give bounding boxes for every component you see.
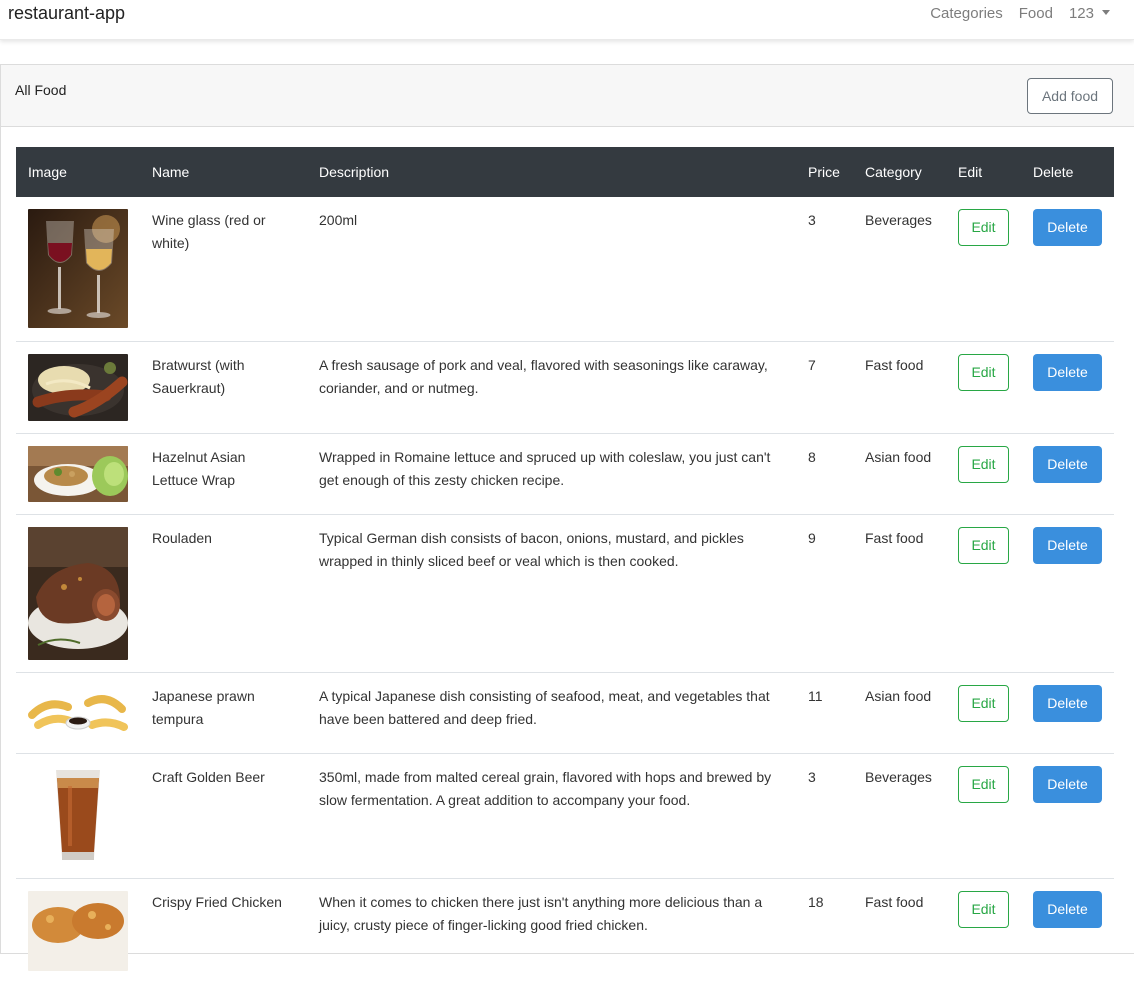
food-category: Beverages <box>853 752 946 878</box>
header-image: Image <box>28 164 67 180</box>
edit-button[interactable]: Edit <box>958 353 1009 391</box>
food-description: A typical Japanese dish consisting of se… <box>307 671 796 753</box>
table-row: Wine glass (red or white) 200ml 3 Bevera… <box>16 197 1114 341</box>
add-food-button[interactable]: Add food <box>1027 78 1113 114</box>
table-row: Hazelnut Asian Lettuce Wrap Wrapped in R… <box>16 432 1114 514</box>
nav-links: Categories Food 123 <box>914 5 1110 22</box>
table-row: Japanese prawn tempura A typical Japanes… <box>16 671 1114 753</box>
table-row: Rouladen Typical German dish consists of… <box>16 513 1114 672</box>
edit-button[interactable]: Edit <box>958 890 1009 928</box>
food-category: Asian food <box>853 671 946 753</box>
nav-food-link[interactable]: Food <box>1019 5 1053 22</box>
food-price: 8 <box>796 432 853 514</box>
food-price: 7 <box>796 340 853 433</box>
card-title: All Food <box>15 82 67 98</box>
food-description: Wrapped in Romaine lettuce and spruced u… <box>307 432 796 514</box>
edit-button[interactable]: Edit <box>958 526 1009 564</box>
food-description: 200ml <box>319 212 358 228</box>
food-name: Wine glass (red or white) <box>152 212 266 251</box>
food-description: 350ml, made from malted cereal grain, fl… <box>307 752 796 878</box>
food-category: Asian food <box>853 432 946 514</box>
table-row: Bratwurst (with Sauerkraut) A fresh saus… <box>16 340 1114 433</box>
food-name: Craft Golden Beer <box>140 752 307 878</box>
beer-glass-photo <box>28 765 128 866</box>
delete-button[interactable]: Delete <box>1033 684 1102 722</box>
lettuce-wrap-photo <box>28 445 128 502</box>
food-name: Japanese prawn tempura <box>140 671 307 753</box>
delete-button[interactable]: Delete <box>1033 209 1102 246</box>
delete-button[interactable]: Delete <box>1033 765 1102 803</box>
food-name: Hazelnut Asian Lettuce Wrap <box>140 432 307 514</box>
delete-button[interactable]: Delete <box>1033 890 1102 928</box>
food-category: Fast food <box>853 877 946 998</box>
food-description: When it comes to chicken there just isn'… <box>307 877 796 998</box>
wine-glasses-photo <box>28 209 128 328</box>
rouladen-photo <box>28 526 128 660</box>
caret-down-icon <box>1102 10 1110 15</box>
table-row: Crispy Fried Chicken When it comes to ch… <box>16 877 1114 998</box>
navbar: restaurant-app Categories Food 123 <box>0 0 1134 40</box>
brand-link[interactable]: restaurant-app <box>8 3 125 24</box>
delete-button[interactable]: Delete <box>1033 353 1102 391</box>
bratwurst-photo <box>28 353 128 421</box>
tempura-photo <box>28 684 128 741</box>
food-name: Crispy Fried Chicken <box>140 877 307 998</box>
table-row: Craft Golden Beer 350ml, made from malte… <box>16 752 1114 878</box>
food-description: Typical German dish consists of bacon, o… <box>307 513 796 672</box>
edit-button[interactable]: Edit <box>958 684 1009 722</box>
delete-button[interactable]: Delete <box>1033 526 1102 564</box>
card-header: All Food Add food <box>1 65 1134 127</box>
food-name: Bratwurst (with Sauerkraut) <box>140 340 307 433</box>
food-card: All Food Add food Image Name Description… <box>0 64 1134 998</box>
food-category: Fast food <box>853 513 946 672</box>
header-delete: Delete <box>1033 164 1074 180</box>
header-edit: Edit <box>958 164 983 180</box>
food-price: 9 <box>796 513 853 672</box>
food-price: 3 <box>796 752 853 878</box>
food-category: Beverages <box>865 212 932 228</box>
edit-button[interactable]: Edit <box>958 209 1009 246</box>
header-category: Category <box>865 164 922 180</box>
nav-categories-link[interactable]: Categories <box>930 5 1003 22</box>
header-price: Price <box>808 164 840 180</box>
food-name: Rouladen <box>140 513 307 672</box>
user-name: 123 <box>1068 5 1094 22</box>
edit-button[interactable]: Edit <box>958 765 1009 803</box>
table-header-row: Image Name Description Price Category Ed… <box>16 147 1114 197</box>
header-name: Name <box>152 164 190 180</box>
food-table: Image Name Description Price Category Ed… <box>16 147 1114 998</box>
header-description: Description <box>319 164 390 180</box>
food-price: 18 <box>796 877 853 998</box>
delete-button[interactable]: Delete <box>1033 445 1102 483</box>
food-price: 3 <box>808 212 816 228</box>
fried-chicken-photo <box>28 890 128 971</box>
user-dropdown[interactable]: 123 <box>1069 5 1110 22</box>
food-description: A fresh sausage of pork and veal, flavor… <box>307 340 796 433</box>
edit-button[interactable]: Edit <box>958 445 1009 483</box>
food-price: 11 <box>796 671 853 753</box>
food-category: Fast food <box>853 340 946 433</box>
